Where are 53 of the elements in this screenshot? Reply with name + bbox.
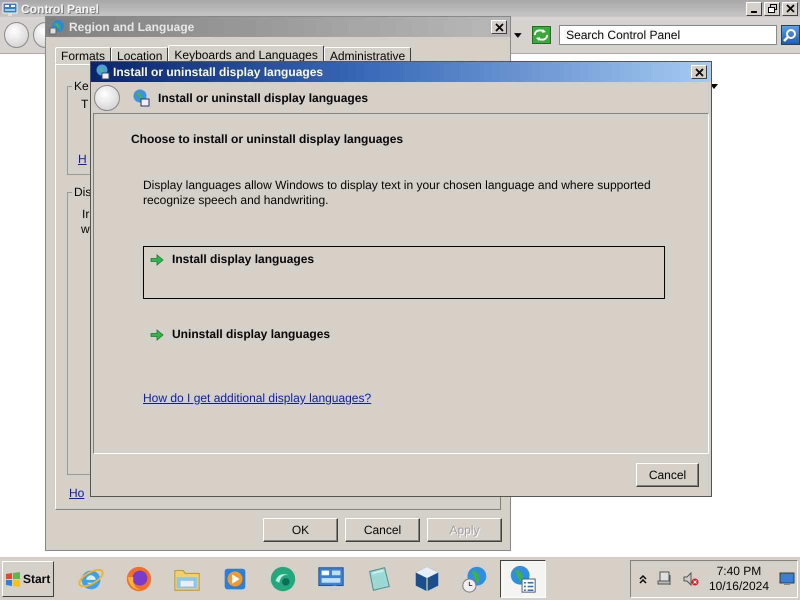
option-link[interactable]: Install display languages (143, 246, 665, 299)
taskbar-button[interactable] (500, 560, 546, 598)
minimize-icon (751, 10, 757, 12)
group-text: w (81, 222, 90, 237)
close-button[interactable] (691, 65, 707, 79)
refresh-button[interactable] (532, 26, 552, 44)
windows-logo-icon (5, 570, 21, 586)
help-link[interactable]: How do I get additional display languages? (143, 391, 372, 405)
cancel-button[interactable]: Cancel (636, 463, 699, 487)
restore-icon (768, 4, 776, 13)
search-field[interactable]: Search Control Panel (559, 25, 777, 45)
option-link[interactable]: Uninstall display languages (143, 321, 665, 374)
show-desktop-icon[interactable] (779, 572, 795, 586)
globe-icon (94, 64, 110, 80)
refresh-icon (533, 29, 550, 41)
chevron-up-icon[interactable] (638, 574, 647, 584)
globe-icon (49, 19, 65, 35)
close-icon (694, 68, 704, 76)
close-icon (494, 22, 504, 32)
help-link[interactable]: Ho (69, 486, 84, 500)
globe-icon (132, 88, 150, 106)
arrow-icon (150, 329, 164, 341)
window-title: Install or uninstall display languages (113, 65, 324, 79)
description: Display languages allow Windows to display text in your chosen language and where supported recognize speech and handwriting. (143, 178, 652, 208)
search-icon (783, 28, 798, 42)
dialog-header: Install or uninstall display languages (158, 90, 368, 104)
back-button[interactable] (94, 84, 120, 110)
window-title: Region and Language (69, 20, 194, 34)
back-button[interactable] (4, 22, 30, 48)
control-panel-icon (2, 0, 18, 16)
group-label: Ke (73, 79, 90, 93)
speaker-muted-icon[interactable] (682, 570, 699, 586)
clock-date: 10/16/2024 (708, 578, 769, 594)
network-icon[interactable] (656, 570, 673, 586)
close-button[interactable] (782, 2, 798, 16)
close-button[interactable] (491, 20, 507, 34)
search-button[interactable] (780, 25, 800, 45)
clock-time: 7:40 PM (716, 564, 762, 578)
start-button[interactable]: Start (2, 560, 54, 596)
page-heading: Choose to install or uninstall display languages (131, 132, 404, 146)
dialog-button[interactable]: Cancel (345, 518, 420, 542)
dropdown-arrow-icon[interactable] (514, 32, 522, 38)
help-link[interactable]: H (78, 152, 87, 166)
restore-button[interactable] (764, 2, 780, 16)
arrow-icon (150, 254, 164, 266)
tab[interactable]: Formats (55, 47, 112, 64)
group-text: T (81, 97, 88, 112)
globe-checklist-icon (508, 564, 538, 594)
minimize-button[interactable] (746, 2, 762, 16)
dialog-button[interactable]: OK (263, 518, 338, 542)
window-title: Control Panel (21, 2, 100, 16)
close-icon (786, 4, 794, 13)
group-text: Ir (82, 207, 90, 222)
